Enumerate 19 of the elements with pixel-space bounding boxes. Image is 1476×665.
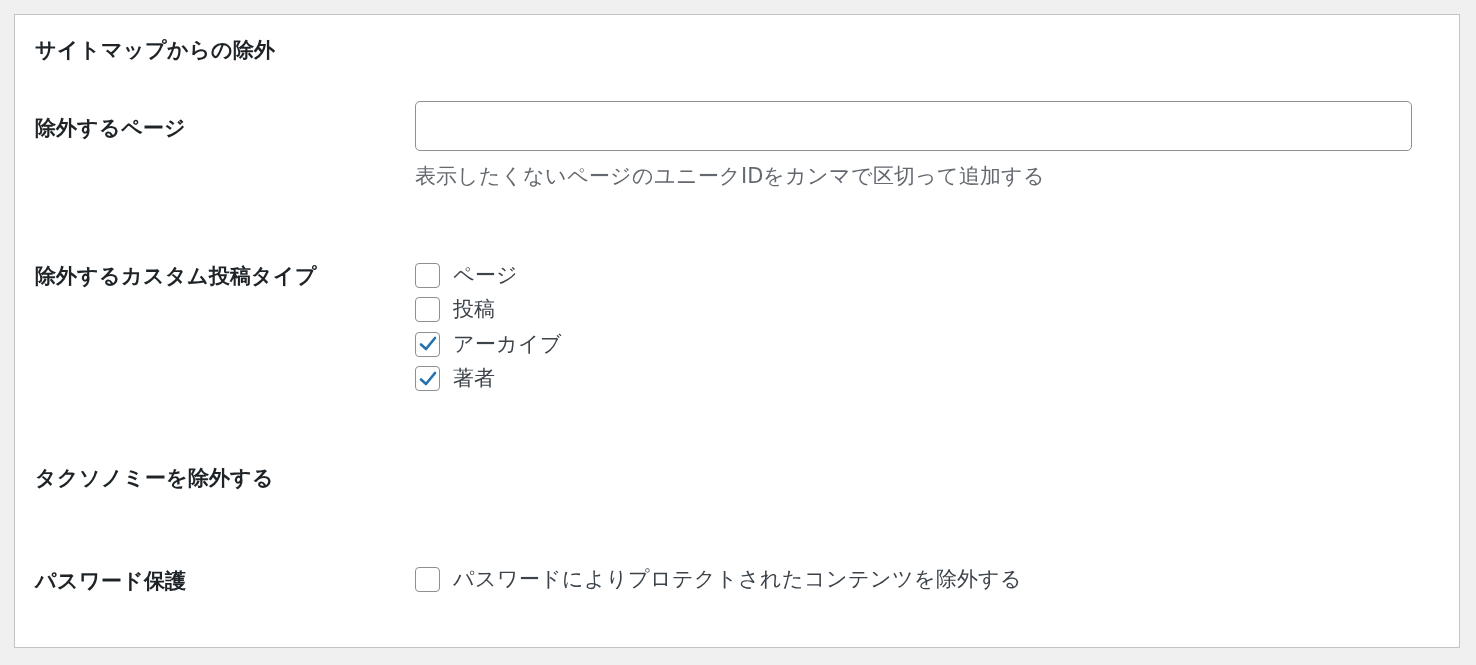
field-label: 除外するページ [35,114,187,142]
checkbox[interactable] [415,262,440,288]
input-field[interactable] [415,100,1412,151]
field-label: パスワード保護 [35,567,187,595]
checkbox-label: アーカイブ [453,330,562,358]
checkbox-label: パスワードによりプロテクトされたコンテンツを除外する [453,566,1022,593]
checkmark-icon [418,370,437,387]
checkbox-label: ページ [453,261,518,289]
help-text: 表示したくないページのユニークIDをカンマで区切って追加する [415,162,1047,190]
field-label: タクソノミーを除外する [35,465,275,492]
checkbox-label: 投稿 [453,296,495,323]
checkbox[interactable] [415,567,440,593]
checkbox[interactable] [415,366,440,392]
checkbox[interactable] [415,297,440,323]
checkbox-label: 著者 [453,365,495,392]
field-label: 除外するカスタム投稿タイプ [35,263,318,290]
checkbox[interactable] [415,331,440,357]
checkmark-icon [418,336,437,353]
section-title: サイトマップからの除外 [35,37,276,64]
